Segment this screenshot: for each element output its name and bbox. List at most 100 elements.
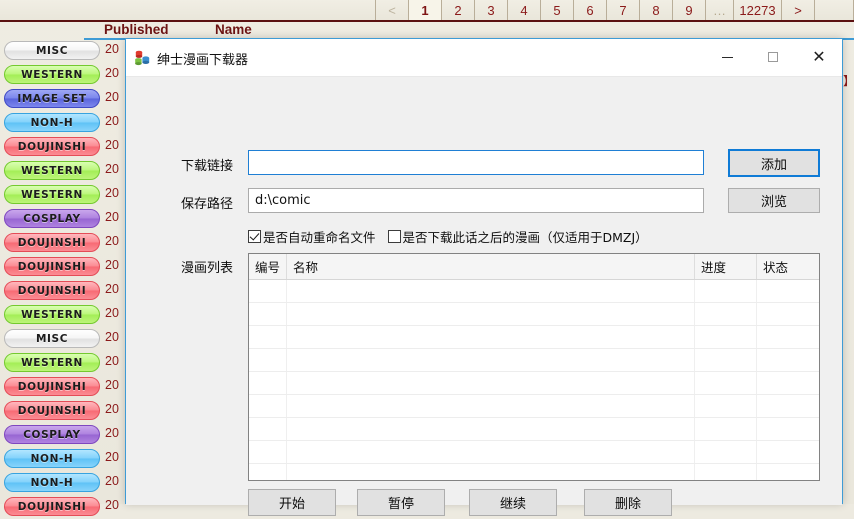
published-date: 20 (105, 42, 119, 56)
browse-button[interactable]: 浏览 (728, 188, 820, 213)
category-badge[interactable]: NON-H (4, 473, 100, 492)
pager-page-1[interactable]: 1 (408, 0, 441, 21)
table-cell (249, 326, 287, 348)
maximize-icon (768, 52, 778, 62)
category-badge[interactable]: DOUJINSHI (4, 137, 100, 156)
pagination[interactable]: <1 2 3 4 5 6 7 8 9… 12273 > (375, 0, 854, 21)
category-badge[interactable]: NON-H (4, 113, 100, 132)
published-date: 20 (105, 378, 119, 392)
table-row[interactable] (249, 441, 819, 464)
table-row[interactable] (249, 326, 819, 349)
checkbox-option-0[interactable]: 是否自动重命名文件 (248, 227, 376, 246)
grid-header-row: 编号 名称 进度 状态 (249, 254, 819, 280)
pager-page-5[interactable]: 5 (540, 0, 573, 21)
table-row[interactable] (249, 372, 819, 395)
table-cell (757, 464, 819, 480)
table-cell (249, 418, 287, 440)
table-row[interactable] (249, 395, 819, 418)
checkbox-icon[interactable] (248, 230, 261, 243)
table-cell (287, 395, 695, 417)
table-cell (695, 418, 757, 440)
table-cell (287, 464, 695, 480)
table-cell (757, 395, 819, 417)
published-date: 20 (105, 402, 119, 416)
category-badge[interactable]: WESTERN (4, 65, 100, 84)
category-badge[interactable]: WESTERN (4, 161, 100, 180)
published-date: 20 (105, 474, 119, 488)
category-badge[interactable]: WESTERN (4, 305, 100, 324)
table-cell (695, 441, 757, 463)
category-badge[interactable]: COSPLAY (4, 209, 100, 228)
pager-last-page[interactable]: 12273 (733, 0, 781, 21)
category-badge[interactable]: WESTERN (4, 185, 100, 204)
table-row[interactable] (249, 464, 819, 480)
published-date: 20 (105, 66, 119, 80)
category-badge[interactable]: DOUJINSHI (4, 281, 100, 300)
category-badge[interactable]: DOUJINSHI (4, 233, 100, 252)
published-date: 20 (105, 186, 119, 200)
category-badge[interactable]: MISC (4, 329, 100, 348)
pager-page-8[interactable]: 8 (639, 0, 672, 21)
pager-next[interactable]: > (781, 0, 814, 21)
clipped-edge-text: 】 (843, 72, 853, 89)
column-header-published: Published (104, 22, 169, 37)
category-badge[interactable]: IMAGE SET (4, 89, 100, 108)
category-badge[interactable]: DOUJINSHI (4, 497, 100, 516)
grid-column-header[interactable]: 名称 (287, 254, 695, 279)
table-row[interactable] (249, 280, 819, 303)
published-date: 20 (105, 90, 119, 104)
pager-prev[interactable]: < (375, 0, 408, 21)
published-date: 20 (105, 282, 119, 296)
save-path-input[interactable] (248, 188, 704, 213)
table-cell (287, 326, 695, 348)
pager-page-9[interactable]: 9 (672, 0, 705, 21)
pager-page-3[interactable]: 3 (474, 0, 507, 21)
category-badge[interactable]: DOUJINSHI (4, 257, 100, 276)
checkbox-option-1[interactable]: 是否下载此话之后的漫画（仅适用于DMZJ） (387, 227, 648, 246)
minimize-button[interactable] (704, 39, 750, 75)
category-badge[interactable]: WESTERN (4, 353, 100, 372)
category-badge[interactable]: COSPLAY (4, 425, 100, 444)
pager-page-6[interactable]: 6 (573, 0, 606, 21)
grid-body[interactable] (249, 280, 819, 480)
table-cell (695, 395, 757, 417)
table-cell (249, 395, 287, 417)
download-link-input[interactable] (248, 150, 704, 175)
pager-page-7[interactable]: 7 (606, 0, 639, 21)
published-date: 20 (105, 234, 119, 248)
published-date: 20 (105, 114, 119, 128)
table-cell (695, 326, 757, 348)
pager-page-2[interactable]: 2 (441, 0, 474, 21)
close-button[interactable]: ✕ (796, 39, 842, 75)
checkbox-icon[interactable] (387, 230, 401, 243)
grid-column-header[interactable]: 状态 (757, 254, 819, 279)
table-cell (249, 303, 287, 325)
pause-button[interactable]: 暂停 (357, 489, 445, 516)
checkbox-label: 是否下载此话之后的漫画（仅适用于DMZJ） (402, 230, 648, 245)
pager-page-4[interactable]: 4 (507, 0, 540, 21)
grid-column-header[interactable]: 进度 (695, 254, 757, 279)
delete-button[interactable]: 删除 (584, 489, 672, 516)
maximize-button[interactable] (750, 39, 796, 75)
resume-button[interactable]: 继续 (469, 489, 557, 516)
published-date: 20 (105, 210, 119, 224)
save-path-label: 保存路径 (181, 197, 234, 212)
table-cell (249, 441, 287, 463)
start-button[interactable]: 开始 (248, 489, 336, 516)
category-badge[interactable]: DOUJINSHI (4, 401, 100, 420)
table-cell (695, 303, 757, 325)
category-badge[interactable]: MISC (4, 41, 100, 60)
table-cell (249, 372, 287, 394)
pager-ellipsis: … (705, 0, 733, 21)
add-button[interactable]: 添加 (728, 149, 820, 177)
category-badge[interactable]: NON-H (4, 449, 100, 468)
dialog-titlebar[interactable]: 绅士漫画下载器 ✕ (126, 39, 842, 77)
minimize-icon (721, 56, 733, 58)
grid-column-header[interactable]: 编号 (249, 254, 287, 279)
comic-list-grid[interactable]: 编号 名称 进度 状态 (248, 253, 820, 481)
table-row[interactable] (249, 303, 819, 326)
table-row[interactable] (249, 418, 819, 441)
table-cell (249, 349, 287, 371)
category-badge[interactable]: DOUJINSHI (4, 377, 100, 396)
table-row[interactable] (249, 349, 819, 372)
